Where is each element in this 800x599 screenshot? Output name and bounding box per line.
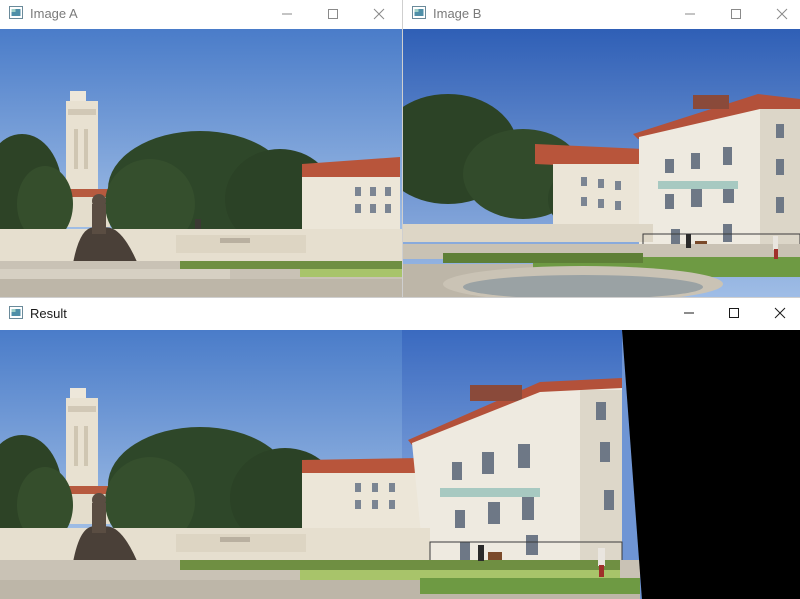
maximize-button[interactable]	[713, 0, 759, 27]
window-title: Image B	[433, 6, 482, 21]
maximize-icon	[729, 308, 739, 318]
image-a-canvas	[0, 29, 402, 297]
image-a-window: Image A	[0, 0, 403, 297]
building	[302, 157, 400, 237]
maximize-icon	[731, 8, 741, 19]
image-b-window: Image B	[403, 0, 800, 297]
minimize-button[interactable]	[666, 298, 712, 328]
black-unfilled-region	[622, 330, 800, 599]
image-b-photo	[403, 29, 800, 297]
close-icon	[373, 8, 385, 19]
close-button[interactable]	[757, 298, 800, 328]
app-icon	[9, 6, 23, 19]
result-window: Result	[0, 297, 800, 599]
close-button[interactable]	[759, 0, 800, 27]
minimize-icon	[684, 312, 694, 314]
stitched-panorama	[0, 330, 800, 599]
app-icon	[412, 6, 426, 19]
image-a-titlebar[interactable]: Image A	[0, 0, 402, 27]
minimize-button[interactable]	[264, 0, 310, 27]
close-button[interactable]	[356, 0, 402, 27]
result-titlebar[interactable]: Result	[0, 298, 800, 328]
image-b-canvas	[403, 29, 800, 297]
minimize-button[interactable]	[667, 0, 713, 27]
maximize-button[interactable]	[711, 298, 757, 328]
window-title: Result	[30, 306, 67, 321]
result-canvas	[0, 330, 800, 599]
image-b-titlebar[interactable]: Image B	[403, 0, 800, 27]
app-icon	[9, 306, 23, 319]
minimize-icon	[282, 13, 292, 14]
image-a-photo	[0, 29, 402, 297]
maximize-button[interactable]	[310, 0, 356, 27]
close-icon	[776, 8, 788, 19]
close-icon	[774, 307, 786, 319]
maximize-icon	[328, 8, 338, 19]
minimize-icon	[685, 13, 695, 14]
window-title: Image A	[30, 6, 78, 21]
